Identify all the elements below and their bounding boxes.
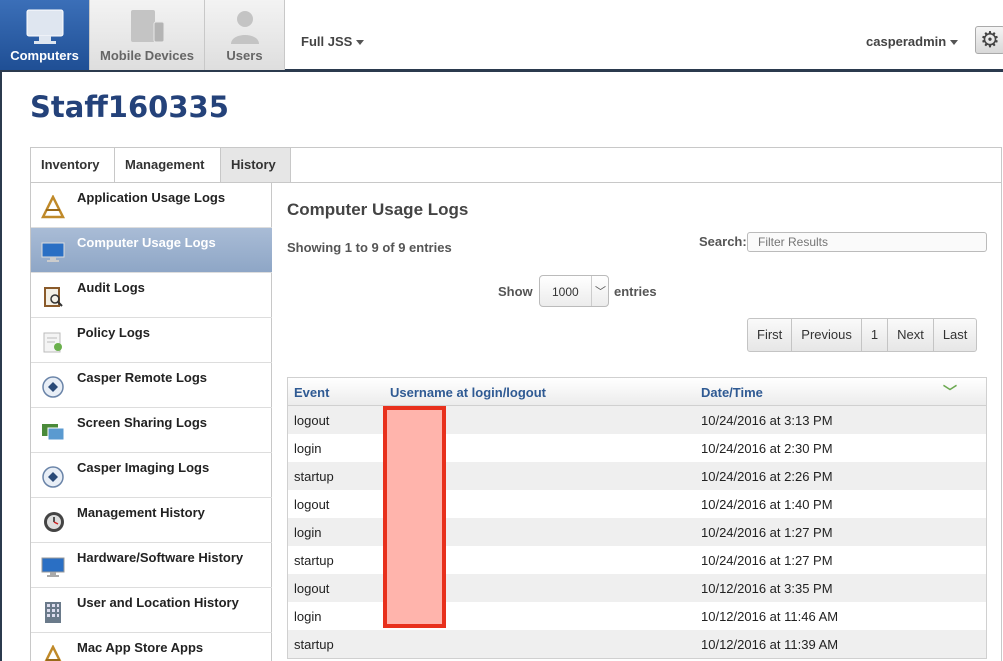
building-icon bbox=[45, 602, 61, 623]
sidebar-item-casper-imaging-logs[interactable]: Casper Imaging Logs bbox=[31, 453, 272, 498]
nav-tab-users[interactable]: Users bbox=[205, 0, 285, 70]
sidebar-item-computer-usage-logs[interactable]: Computer Usage Logs bbox=[31, 228, 272, 273]
datetime-cell: 10/24/2016 at 1:27 PM bbox=[701, 525, 833, 540]
datetime-cell: 10/24/2016 at 2:30 PM bbox=[701, 441, 833, 456]
event-cell: startup bbox=[294, 553, 334, 568]
nav-tab-computers[interactable]: Computers bbox=[0, 0, 90, 70]
sidebar-item-audit-logs[interactable]: Audit Logs bbox=[31, 273, 272, 318]
show-label: Show bbox=[498, 284, 533, 299]
next-page-button[interactable]: Next bbox=[888, 319, 934, 351]
sidebar-item-casper-remote-logs[interactable]: Casper Remote Logs bbox=[31, 363, 272, 408]
nav-tab-label: Computers bbox=[10, 48, 79, 63]
sort-chevron-icon[interactable]: ﹀ bbox=[943, 382, 957, 402]
table-row: startup 10/12/2016 at 11:39 AM bbox=[288, 630, 986, 658]
event-cell: logout bbox=[294, 497, 330, 512]
event-cell: logout bbox=[294, 413, 330, 428]
sidebar-item-user-and-location-history[interactable]: User and Location History bbox=[31, 588, 272, 633]
sidebar-item-label: Hardware/Software History bbox=[77, 550, 244, 565]
chevron-down-icon bbox=[356, 40, 365, 46]
entries-label: entries bbox=[614, 284, 657, 299]
sidebar-item-label: Application Usage Logs bbox=[77, 190, 226, 205]
monitor-icon bbox=[26, 9, 63, 44]
chevron-down-icon: ﹀ bbox=[591, 276, 609, 306]
computer-icon bbox=[41, 242, 65, 262]
event-cell: login bbox=[294, 441, 322, 456]
datetime-cell: 10/24/2016 at 3:13 PM bbox=[701, 413, 833, 428]
tab-management[interactable]: Management bbox=[115, 148, 221, 182]
main-content: Computer Usage Logs Showing 1 to 9 of 9 … bbox=[273, 183, 1002, 661]
event-cell: login bbox=[294, 609, 322, 624]
settings-button[interactable]: ⚙ bbox=[975, 26, 1003, 54]
nav-tab-label: Users bbox=[226, 48, 263, 63]
site-label: Full JSS bbox=[301, 34, 353, 49]
datetime-cell: 10/12/2016 at 3:35 PM bbox=[701, 581, 833, 596]
top-navigation: Computers Mobile Devices Users Full JSS … bbox=[0, 0, 1003, 72]
tab-inventory[interactable]: Inventory bbox=[31, 148, 115, 182]
left-edge-bar bbox=[0, 72, 2, 661]
sidebar-item-label: Mac App Store Apps bbox=[77, 640, 204, 655]
redacted-usernames bbox=[383, 406, 446, 628]
app-usage-icon bbox=[41, 195, 65, 219]
event-cell: startup bbox=[294, 637, 334, 652]
nav-tab-mobile-devices[interactable]: Mobile Devices bbox=[90, 0, 205, 70]
datetime-cell: 10/24/2016 at 2:26 PM bbox=[701, 469, 833, 484]
datetime-cell: 10/24/2016 at 1:40 PM bbox=[701, 497, 833, 512]
sidebar-item-hardware-software-history[interactable]: Hardware/Software History bbox=[31, 543, 272, 588]
sidebar-item-label: Policy Logs bbox=[77, 325, 150, 340]
section-tabs: Inventory Management History bbox=[30, 147, 1002, 183]
management-history-icon bbox=[44, 512, 64, 532]
nav-tab-label: Mobile Devices bbox=[100, 48, 194, 63]
column-header-datetime[interactable]: Date/Time bbox=[701, 385, 763, 400]
column-header-username[interactable]: Username at login/logout bbox=[390, 385, 546, 400]
sidebar-item-label: Computer Usage Logs bbox=[77, 235, 216, 250]
mobile-devices-icon bbox=[131, 10, 165, 43]
pagination: First Previous 1 Next Last bbox=[747, 318, 978, 352]
last-page-button[interactable]: Last bbox=[934, 319, 977, 351]
hardware-software-icon bbox=[41, 557, 65, 577]
sidebar-item-label: Management History bbox=[77, 505, 205, 520]
event-cell: startup bbox=[294, 469, 334, 484]
entries-summary: Showing 1 to 9 of 9 entries bbox=[287, 240, 452, 255]
page-1-button[interactable]: 1 bbox=[862, 319, 889, 351]
sidebar-item-label: Casper Imaging Logs bbox=[77, 460, 210, 475]
sidebar-item-label: Audit Logs bbox=[77, 280, 145, 295]
event-cell: logout bbox=[294, 581, 330, 596]
audit-icon bbox=[44, 287, 63, 307]
section-title: Computer Usage Logs bbox=[287, 200, 469, 219]
policy-icon bbox=[43, 332, 62, 353]
site-selector[interactable]: Full JSS bbox=[301, 34, 365, 49]
tab-history[interactable]: History bbox=[221, 148, 291, 182]
chevron-down-icon bbox=[950, 40, 959, 46]
previous-page-button[interactable]: Previous bbox=[792, 319, 862, 351]
username-label: casperadmin bbox=[866, 34, 947, 49]
event-cell: login bbox=[294, 525, 322, 540]
page-title: Staff160335 bbox=[30, 90, 229, 124]
datetime-cell: 10/12/2016 at 11:46 AM bbox=[701, 609, 839, 624]
gear-icon: ⚙ bbox=[980, 27, 1000, 52]
search-label: Search: bbox=[699, 234, 747, 249]
sidebar-item-label: User and Location History bbox=[77, 595, 239, 610]
history-sidebar: Application Usage Logs Computer Usage Lo… bbox=[30, 183, 272, 661]
search-input[interactable] bbox=[747, 232, 987, 252]
sidebar-item-screen-sharing-logs[interactable]: Screen Sharing Logs bbox=[31, 408, 272, 453]
sidebar-item-mac-app-store-apps[interactable]: Mac App Store Apps bbox=[31, 633, 272, 661]
table-header: Event Username at login/logout Date/Time… bbox=[288, 378, 986, 406]
sidebar-item-application-usage-logs[interactable]: Application Usage Logs bbox=[31, 183, 272, 228]
user-menu[interactable]: casperadmin bbox=[866, 34, 959, 49]
user-icon bbox=[230, 11, 259, 44]
page-size-select[interactable]: 1000 ﹀ bbox=[539, 275, 609, 307]
casper-remote-icon bbox=[42, 376, 64, 398]
screen-sharing-icon bbox=[42, 424, 65, 441]
column-header-event[interactable]: Event bbox=[294, 385, 329, 400]
casper-imaging-icon bbox=[42, 466, 64, 488]
sidebar-item-policy-logs[interactable]: Policy Logs bbox=[31, 318, 272, 363]
first-page-button[interactable]: First bbox=[748, 319, 793, 351]
datetime-cell: 10/12/2016 at 11:39 AM bbox=[701, 637, 839, 652]
app-store-icon bbox=[44, 645, 62, 661]
datetime-cell: 10/24/2016 at 1:27 PM bbox=[701, 553, 833, 568]
sidebar-item-label: Screen Sharing Logs bbox=[77, 415, 208, 430]
sidebar-item-management-history[interactable]: Management History bbox=[31, 498, 272, 543]
sidebar-item-label: Casper Remote Logs bbox=[77, 370, 208, 385]
page-size-value: 1000 bbox=[552, 285, 579, 299]
